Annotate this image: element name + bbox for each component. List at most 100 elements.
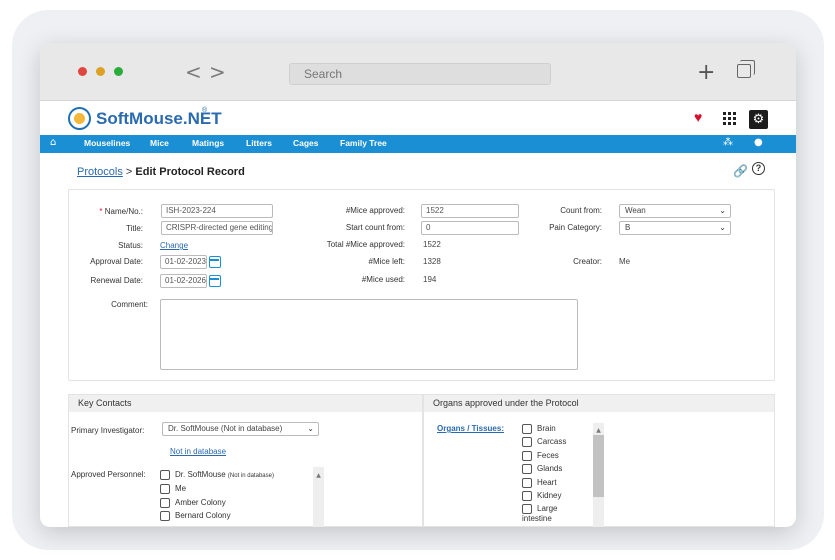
total-mice-value: 1522	[423, 240, 441, 249]
menu-item-litters[interactable]: Litters	[246, 138, 272, 148]
browser-chrome: < > +	[40, 43, 796, 101]
maximize-window-dot[interactable]	[114, 67, 123, 76]
apps-grid-icon[interactable]	[723, 112, 737, 126]
approval-date-label: Approval Date:	[90, 257, 143, 266]
approved-personnel-label: Approved Personnel:	[71, 470, 146, 479]
search-input[interactable]	[290, 64, 550, 84]
not-in-database-link[interactable]: Not in database	[170, 447, 226, 456]
checkbox[interactable]	[160, 498, 170, 508]
renewal-date-input[interactable]: 01-02-2026	[160, 274, 207, 288]
name-label: * Name/No.:	[99, 207, 143, 216]
organ-item[interactable]: Carcass	[522, 437, 566, 447]
organs-tissues-link[interactable]: Organs / Tissues:	[437, 424, 504, 433]
home-icon[interactable]: ⌂	[50, 137, 56, 148]
checkbox[interactable]	[160, 470, 170, 480]
organs-heading: Organs approved under the Protocol	[424, 395, 774, 412]
new-tab-icon[interactable]: +	[697, 60, 715, 85]
minimize-window-dot[interactable]	[96, 67, 105, 76]
logo-soft-text: SoftMouse	[96, 109, 183, 128]
help-icon[interactable]: ?	[752, 162, 765, 175]
app-header: SoftMouse.NET ® ♥ ⚙	[40, 101, 796, 135]
renewal-calendar-icon[interactable]	[209, 275, 221, 287]
mice-used-label: #Mice used:	[361, 275, 405, 284]
checkbox[interactable]	[160, 484, 170, 494]
name-input[interactable]: ISH-2023-224	[161, 204, 273, 218]
checkbox[interactable]	[522, 478, 532, 488]
breadcrumb-protocols-link[interactable]: Protocols	[77, 166, 123, 178]
personnel-item[interactable]: Amber Colony	[160, 498, 226, 508]
status-change-link[interactable]: Change	[160, 241, 188, 250]
organ-item[interactable]: Kidney	[522, 491, 561, 501]
key-contacts-heading: Key Contacts	[69, 395, 422, 412]
breadcrumb: Protocols > Edit Protocol Record	[77, 166, 245, 178]
back-arrow-icon[interactable]: <	[185, 60, 202, 84]
organ-item[interactable]: Heart	[522, 478, 557, 488]
creator-label: Creator:	[573, 257, 602, 266]
close-window-dot[interactable]	[78, 67, 87, 76]
tabs-overview-icon[interactable]	[737, 60, 755, 78]
checkbox[interactable]	[522, 504, 532, 514]
primary-investigator-value: Dr. SoftMouse (Not in database)	[168, 424, 283, 433]
mice-left-label: #Mice left:	[368, 257, 405, 266]
approval-calendar-icon[interactable]	[209, 256, 221, 268]
organ-item[interactable]: Brain	[522, 424, 556, 434]
count-from-label: Count from:	[560, 206, 602, 215]
menu-item-mouselines[interactable]: Mouselines	[84, 138, 130, 148]
total-mice-label: Total #Mice approved:	[326, 240, 405, 249]
personnel-item[interactable]: Dr. SoftMouse (Not in database)	[160, 470, 274, 480]
scroll-up-icon[interactable]: ▲	[593, 427, 604, 434]
key-contacts-section: Key Contacts	[68, 394, 423, 527]
page-title: Edit Protocol Record	[135, 166, 245, 178]
checkbox[interactable]	[522, 424, 532, 434]
browser-window: < > + SoftMouse.NET ® ♥ ⚙ ⌂ Mouselines M…	[40, 43, 796, 527]
pain-category-value: B	[625, 223, 631, 232]
address-bar[interactable]	[289, 63, 551, 85]
menu-item-family-tree[interactable]: Family Tree	[340, 138, 387, 148]
mice-used-value: 194	[423, 275, 437, 284]
pain-category-select[interactable]: B ⌄	[619, 221, 731, 235]
status-label: Status:	[118, 241, 143, 250]
approval-date-input[interactable]: 01-02-2023	[160, 255, 207, 269]
organ-item[interactable]: Large intestine	[522, 504, 582, 524]
chevron-down-icon: ⌄	[719, 223, 726, 232]
pain-category-label: Pain Category:	[549, 223, 602, 232]
primary-investigator-select[interactable]: Dr. SoftMouse (Not in database) ⌄	[162, 422, 319, 436]
organ-item[interactable]: Feces	[522, 451, 559, 461]
start-count-input[interactable]: 0	[421, 221, 519, 235]
favorites-heart-icon[interactable]: ♥	[694, 109, 702, 125]
organs-scroll-thumb[interactable]	[593, 435, 604, 497]
forward-arrow-icon[interactable]: >	[209, 60, 226, 84]
settings-gear-icon[interactable]: ⚙	[749, 110, 768, 129]
registered-mark: ®	[202, 107, 208, 114]
checkbox[interactable]	[522, 437, 532, 447]
organ-item[interactable]: Glands	[522, 464, 562, 474]
menu-item-matings[interactable]: Matings	[192, 138, 224, 148]
checkbox[interactable]	[522, 464, 532, 474]
breadcrumb-separator: >	[122, 166, 136, 178]
title-input[interactable]: CRISPR-directed gene editing	[161, 221, 273, 235]
comment-label: Comment:	[111, 300, 148, 309]
personnel-item[interactable]: Bernard Colony	[160, 511, 231, 521]
chevron-down-icon: ⌄	[719, 206, 726, 215]
personnel-item[interactable]: Me	[160, 484, 186, 494]
checkbox[interactable]	[160, 511, 170, 521]
mice-approved-input[interactable]: 1522	[421, 204, 519, 218]
mice-approved-label: #Mice approved:	[345, 206, 405, 215]
checkbox[interactable]	[522, 491, 532, 501]
network-icon[interactable]: ⁂	[723, 137, 733, 148]
renewal-date-label: Renewal Date:	[90, 276, 143, 285]
title-label: Title:	[125, 224, 143, 233]
primary-investigator-label: Primary Investigator:	[71, 426, 145, 435]
menu-item-cages[interactable]: Cages	[293, 138, 319, 148]
checkbox[interactable]	[522, 451, 532, 461]
chevron-down-icon: ⌄	[307, 424, 314, 433]
scroll-up-icon[interactable]: ▲	[313, 472, 324, 479]
user-icon[interactable]: ●	[754, 137, 763, 148]
mice-left-value: 1328	[423, 257, 441, 266]
menu-item-mice[interactable]: Mice	[150, 138, 169, 148]
mouse-logo-icon[interactable]	[68, 107, 91, 130]
comment-textarea[interactable]	[160, 299, 578, 370]
count-from-select[interactable]: Wean ⌄	[619, 204, 731, 218]
link-icon[interactable]: 🔗	[733, 164, 748, 178]
creator-value: Me	[619, 257, 631, 266]
